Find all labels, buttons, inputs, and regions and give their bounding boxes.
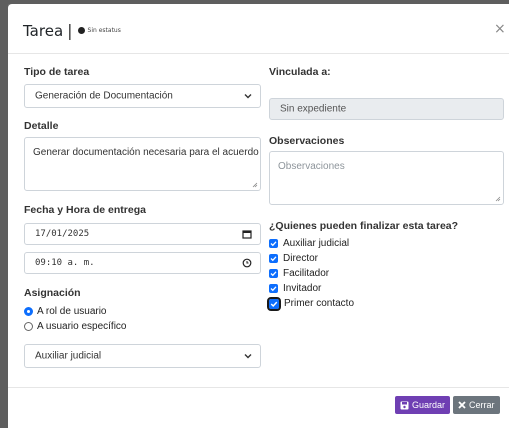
radio-unchecked-icon[interactable] [24,322,33,331]
close-button[interactable]: Cerrar [453,396,500,414]
close-icon[interactable]: × [494,21,506,37]
status-dot-icon [77,27,85,34]
clock-icon[interactable] [242,258,252,268]
detalle-label: Detalle [24,120,59,132]
observaciones-placeholder: Observaciones [278,161,345,172]
close-icon [458,401,466,409]
check-label: Facilitador [283,268,330,279]
title-separator: | [67,21,73,40]
radio-usuario-label: A usuario específico [37,321,127,332]
time-input[interactable]: 09:10 a. m. [24,252,261,274]
date-input[interactable]: 17/01/2025 [24,223,261,245]
time-value: 09:10 a. m. [35,258,95,268]
checkbox-checked-icon[interactable] [267,296,281,311]
finalizar-label: ¿Quienes pueden finalizar esta tarea? [269,220,459,232]
close-label: Cerrar [469,400,495,410]
radio-rol-label: A rol de usuario [37,306,107,317]
observaciones-textarea[interactable]: Observaciones [269,151,504,205]
tipo-tarea-label: Tipo de tarea [24,66,90,78]
observaciones-label: Observaciones [269,135,345,147]
save-icon [400,401,409,409]
backdrop-left [0,0,8,428]
check-invitador[interactable]: Invitador [269,283,321,294]
date-value: 17/01/2025 [35,229,90,239]
check-director[interactable]: Director [269,253,318,264]
rol-select[interactable]: Auxiliar judicial [24,344,261,368]
check-label: Director [283,253,319,264]
fecha-hora-label: Fecha y Hora de entrega [24,204,146,216]
checkbox-checked-icon[interactable] [269,239,278,248]
modal-title: Tarea | Sin estatus [23,21,121,40]
detalle-value: Generar documentación necesaria para el … [33,147,259,158]
resize-handle-icon[interactable] [252,182,258,188]
checkbox-checked-icon[interactable] [269,269,278,278]
task-modal: Tarea | Sin estatus × Tipo de tarea Gene… [8,4,509,428]
tipo-tarea-select[interactable]: Generación de Documentación [24,84,261,108]
check-auxiliar-judicial[interactable]: Auxiliar judicial [269,238,349,249]
chevron-down-icon [244,94,252,99]
chevron-down-icon [244,354,252,359]
tipo-tarea-value: Generación de Documentación [35,90,173,102]
checkbox-checked-icon[interactable] [269,254,278,263]
expediente-value: Sin expediente [280,103,347,115]
title-text: Tarea [23,21,64,40]
modal-header: Tarea | Sin estatus × [8,4,509,54]
expediente-field: Sin expediente [269,98,504,120]
check-label: Primer contacto [284,298,355,309]
check-facilitador[interactable]: Facilitador [269,268,329,279]
save-button[interactable]: Guardar [395,396,451,414]
rol-value: Auxiliar judicial [35,350,102,362]
check-primer-contacto[interactable]: Primer contacto [267,296,355,311]
detalle-textarea[interactable]: Generar documentación necesaria para el … [24,137,261,191]
checkbox-checked-icon[interactable] [269,284,278,293]
vinculada-label: Vinculada a: [269,66,331,78]
calendar-icon[interactable] [242,229,252,239]
asignacion-label: Asignación [24,287,81,299]
radio-checked-icon[interactable] [24,307,33,316]
radio-rol-usuario[interactable]: A rol de usuario [24,306,107,317]
radio-usuario-especifico[interactable]: A usuario específico [24,321,127,332]
resize-handle-icon[interactable] [495,196,501,202]
check-label: Invitador [283,283,322,294]
check-label: Auxiliar judicial [283,238,350,249]
save-label: Guardar [412,400,446,410]
status-badge: Sin estatus [87,27,121,34]
